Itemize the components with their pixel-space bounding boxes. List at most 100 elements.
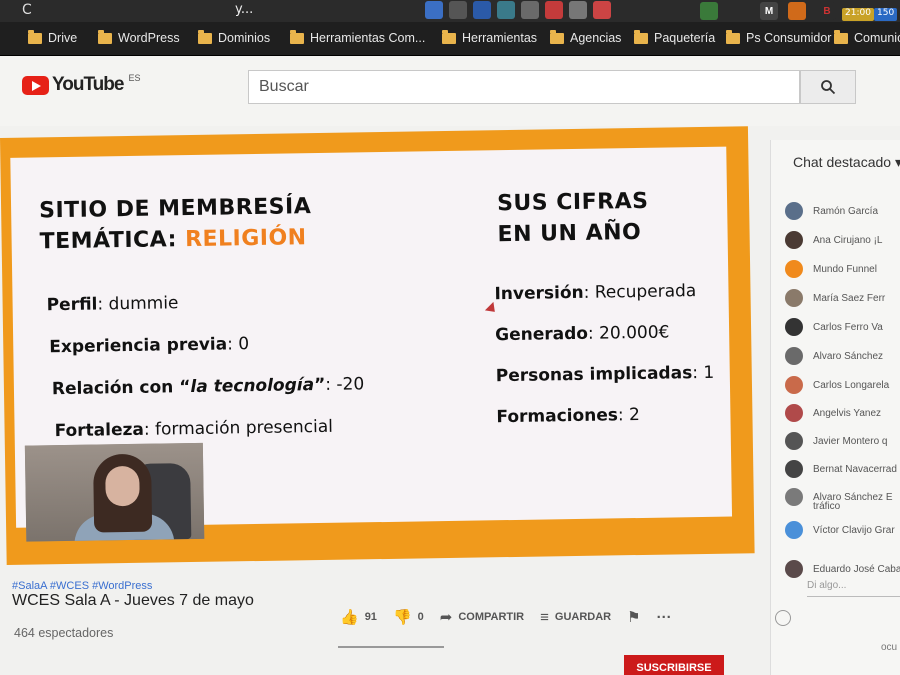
- slide-row-inversion: Inversión: Recuperada: [494, 281, 697, 305]
- extension-icon[interactable]: [425, 1, 443, 19]
- share-button[interactable]: ➦ COMPARTIR: [440, 608, 524, 626]
- flag-icon: ⚑: [627, 609, 641, 626]
- viewer-count: 464 espectadores: [14, 626, 114, 640]
- bookmark-agencias[interactable]: Agencias: [550, 29, 621, 45]
- subscribe-button[interactable]: SUSCRIBIRSE: [624, 655, 724, 675]
- extension-icon[interactable]: [545, 1, 563, 19]
- bookmark-dominios[interactable]: Dominios: [198, 29, 270, 45]
- chat-message: Eduardo José Caba: [785, 560, 900, 578]
- browser-toolbar: C y... M B 21:00 150: [0, 0, 900, 22]
- bookmark-comunica[interactable]: Comunica: [834, 29, 900, 45]
- avatar: [785, 460, 803, 478]
- thumbs-down-icon: 👎: [392, 609, 412, 626]
- bookmark-herramientas-com[interactable]: Herramientas Com...: [290, 29, 425, 45]
- avatar: [785, 202, 803, 220]
- search-icon: [821, 80, 836, 95]
- avatar: [785, 289, 803, 307]
- slide-row-generado: Generado: 20.000€: [495, 322, 670, 346]
- avatar: [785, 560, 803, 578]
- chat-message-continuation: tráfico: [813, 501, 841, 512]
- folder-icon: [290, 29, 304, 44]
- dislike-button[interactable]: 👎 0: [393, 608, 424, 626]
- webcam-overlay: [24, 442, 205, 542]
- bookmark-wordpress[interactable]: WordPress: [98, 29, 180, 45]
- slide-right-title: SUS CIFRAS EN UN AÑO: [496, 188, 649, 248]
- reload-icon[interactable]: C: [22, 2, 32, 18]
- chat-message: Bernat Navacerrad: [785, 460, 897, 478]
- chat-message: Alvaro Sánchez: [785, 347, 883, 365]
- chat-footer-text: ocu: [881, 642, 898, 653]
- bookmark-drive[interactable]: Drive: [28, 29, 77, 45]
- slide-row-formaciones: Formaciones: 2: [496, 404, 641, 428]
- slide-row-personas: Personas implicadas: 1: [495, 362, 715, 387]
- avatar: [785, 376, 803, 394]
- folder-icon: [442, 29, 456, 44]
- youtube-header: YouTube ES Buscar: [0, 56, 900, 126]
- folder-icon: [98, 29, 112, 44]
- bookmark-herramientas[interactable]: Herramientas: [442, 29, 537, 45]
- mail-icon[interactable]: [521, 1, 539, 19]
- avatar: [785, 404, 803, 422]
- more-icon: ···: [656, 608, 672, 626]
- chat-message: Víctor Clavijo Grar: [785, 521, 895, 539]
- playlist-add-icon: ≡: [540, 608, 549, 626]
- chat-message: María Saez Ferr: [785, 289, 885, 307]
- extension-b-icon[interactable]: B: [818, 2, 836, 20]
- chat-message: Ana Cirujano ¡L: [785, 231, 882, 249]
- bookmark-ps-consumidor[interactable]: Ps Consumidor: [726, 29, 831, 45]
- search-button[interactable]: [800, 70, 856, 104]
- save-button[interactable]: ≡ GUARDAR: [540, 609, 611, 626]
- chat-input-underline: [807, 596, 900, 597]
- avatar: [785, 521, 803, 539]
- chat-message: Angelvis Yanez: [785, 404, 881, 422]
- extension-icon[interactable]: [788, 2, 806, 20]
- chat-input[interactable]: Di algo...: [807, 580, 846, 591]
- count-badge: 150: [874, 8, 898, 21]
- like-button[interactable]: 👍 91: [340, 608, 377, 626]
- avatar: [785, 260, 803, 278]
- tab-title[interactable]: y...: [235, 2, 253, 17]
- chat-message: Ramón García: [785, 202, 878, 220]
- report-button[interactable]: ⚑: [627, 608, 640, 626]
- folder-icon: [834, 29, 848, 44]
- calendar-icon[interactable]: [593, 1, 611, 19]
- live-chat-panel: Chat destacado ▾ Ramón García Ana Ciruja…: [770, 140, 900, 675]
- video-title: WCES Sala A - Jueves 7 de mayo: [12, 592, 254, 609]
- chat-message: Carlos Ferro Va: [785, 318, 883, 336]
- slide-row-relacion: Relación con “la tecnología”: -20: [51, 374, 365, 400]
- extension-icon[interactable]: [497, 1, 515, 19]
- emoji-icon[interactable]: [775, 610, 791, 626]
- bookmarks-bar: Drive WordPress Dominios Herramientas Co…: [0, 22, 900, 56]
- youtube-logo[interactable]: YouTube ES: [22, 73, 140, 96]
- youtube-play-icon: [22, 75, 49, 95]
- chat-message: Mundo Funnel: [785, 260, 877, 278]
- video-player[interactable]: SITIO DE MEMBRESÍA TEMÁTICA: RELIGIÓN SU…: [0, 126, 755, 565]
- extension-m-icon[interactable]: M: [760, 2, 778, 20]
- shield-icon[interactable]: [449, 1, 467, 19]
- folder-icon: [198, 29, 212, 44]
- slide-left-title: SITIO DE MEMBRESÍA TEMÁTICA: RELIGIÓN: [38, 194, 312, 255]
- chat-mode-dropdown[interactable]: Chat destacado ▾: [793, 154, 900, 171]
- folder-icon: [634, 29, 648, 44]
- slide-row-experiencia: Experiencia previa: 0: [49, 334, 250, 358]
- more-button[interactable]: ···: [657, 609, 672, 626]
- avatar: [785, 347, 803, 365]
- video-hashtags[interactable]: #SalaA #WCES #WordPress: [12, 580, 152, 592]
- video-actions: 👍 91 👎 0 ➦ COMPARTIR ≡ GUARDAR ⚑ ···: [340, 608, 688, 627]
- folder-icon: [726, 29, 740, 44]
- folder-icon: [28, 29, 42, 44]
- time-badge: 21:00: [842, 8, 874, 21]
- share-icon: ➦: [439, 609, 453, 626]
- extension-icon[interactable]: [700, 2, 718, 20]
- gear-icon[interactable]: [569, 1, 587, 19]
- folder-icon: [550, 29, 564, 44]
- avatar: [785, 318, 803, 336]
- slide-row-fortaleza: Fortaleza: formación presencial: [54, 416, 334, 442]
- bookmark-paqueteria[interactable]: Paquetería: [634, 29, 715, 45]
- thumbs-up-icon: 👍: [340, 609, 359, 626]
- avatar: [785, 231, 803, 249]
- search-input[interactable]: Buscar: [248, 70, 800, 104]
- extension-icon[interactable]: [473, 1, 491, 19]
- like-ratio-bar: [338, 646, 444, 648]
- avatar: [785, 432, 803, 450]
